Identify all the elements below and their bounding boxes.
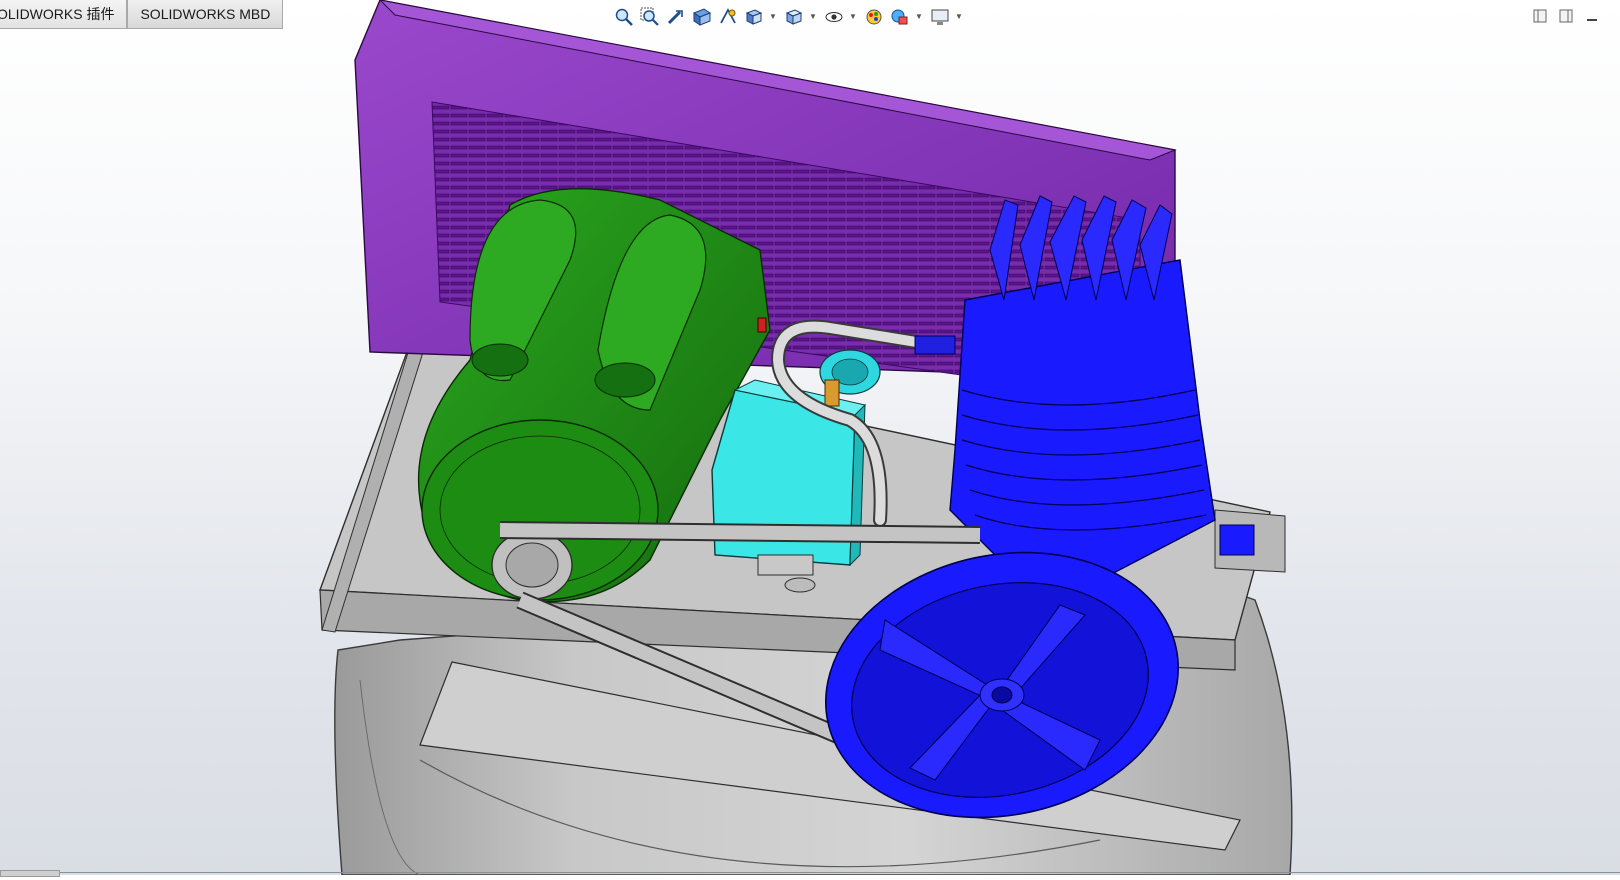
chevron-down-icon[interactable]: ▼ [848, 5, 858, 29]
zoom-to-area-icon[interactable] [638, 5, 662, 29]
pump-head[interactable] [949, 195, 1255, 581]
window-controls [1526, 6, 1604, 26]
model-tab-stub[interactable] [0, 870, 60, 877]
viewport-bottom-border [0, 872, 1620, 873]
heads-up-view-toolbar: ▼ ▼ ▼ ▼ ▼ [612, 4, 968, 30]
view-orientation-icon[interactable] [742, 5, 766, 29]
chevron-down-icon[interactable]: ▼ [808, 5, 818, 29]
tab-solidworks-mbd[interactable]: SOLIDWORKS MBD [127, 0, 284, 29]
hide-show-items-icon[interactable] [822, 5, 846, 29]
chevron-down-icon[interactable]: ▼ [914, 5, 924, 29]
solidworks-window: OLIDWORKS 插件 SOLIDWORKS MBD ▼ ▼ ▼ ▼ ▼ [0, 0, 1620, 877]
zoom-to-fit-icon[interactable] [612, 5, 636, 29]
restore-left-icon[interactable] [1528, 6, 1552, 26]
dynamic-annotation-view-icon[interactable] [716, 5, 740, 29]
restore-right-icon[interactable] [1554, 6, 1578, 26]
edit-appearance-icon[interactable] [862, 5, 886, 29]
chevron-down-icon[interactable]: ▼ [768, 5, 778, 29]
tab-solidworks-addins[interactable]: OLIDWORKS 插件 [0, 0, 128, 29]
previous-view-icon[interactable] [664, 5, 688, 29]
section-view-icon[interactable] [690, 5, 714, 29]
display-style-icon[interactable] [782, 5, 806, 29]
view-settings-icon[interactable] [928, 5, 952, 29]
graphics-viewport[interactable] [0, 0, 1620, 876]
compressor-model[interactable] [0, 0, 1620, 876]
minimize-icon[interactable] [1580, 6, 1604, 26]
motor-pulley[interactable] [491, 530, 573, 600]
apply-scene-icon[interactable] [888, 5, 912, 29]
chevron-down-icon[interactable]: ▼ [954, 5, 964, 29]
command-manager-tabs: OLIDWORKS 插件 SOLIDWORKS MBD [0, 0, 284, 30]
